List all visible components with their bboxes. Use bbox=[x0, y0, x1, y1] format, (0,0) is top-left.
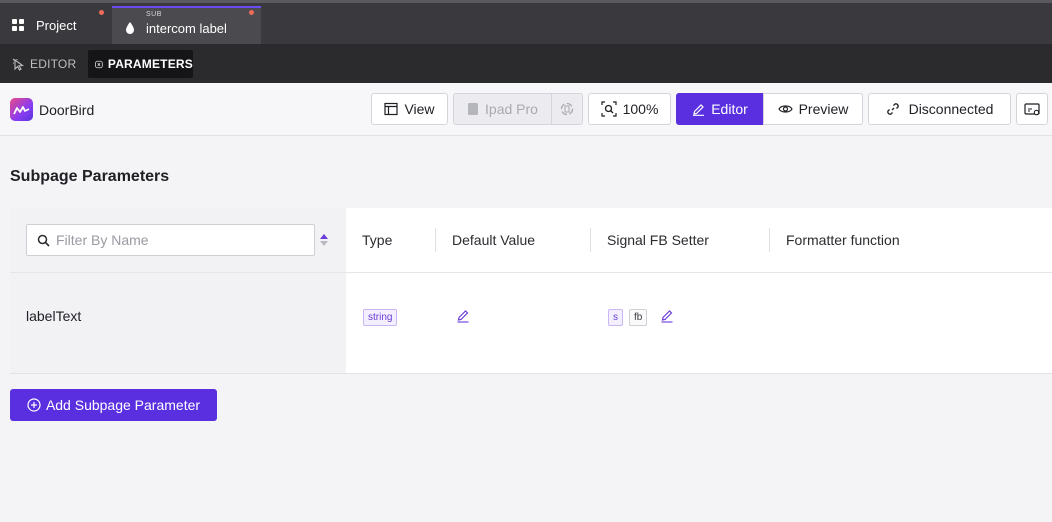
column-header-formatter-function: Formatter function bbox=[786, 232, 900, 248]
pencil-icon bbox=[693, 103, 705, 116]
zoom-button[interactable]: 100% bbox=[588, 93, 671, 125]
brand: DoorBird bbox=[10, 98, 94, 121]
column-separator bbox=[590, 228, 591, 252]
tab-bar: Project SUB intercom label bbox=[0, 0, 1052, 44]
add-subpage-parameter-button[interactable]: Add Subpage Parameter bbox=[10, 389, 217, 421]
mode-parameters-label: PARAMETERS bbox=[107, 57, 193, 71]
tab-project[interactable]: Project bbox=[0, 6, 110, 44]
column-separator bbox=[769, 228, 770, 252]
preview-button[interactable]: Preview bbox=[763, 93, 863, 125]
parameters-table: Type Default Value Signal FB Setter Form… bbox=[10, 208, 1052, 374]
mode-editor-label: EDITOR bbox=[30, 57, 77, 71]
monitor-settings-icon bbox=[1023, 102, 1040, 115]
section-title: Subpage Parameters bbox=[10, 168, 170, 185]
unsaved-dot bbox=[249, 10, 254, 15]
brand-name: DoorBird bbox=[39, 101, 95, 118]
search-icon bbox=[37, 234, 50, 247]
type-badge: string bbox=[363, 309, 398, 326]
connection-status: Disconnected bbox=[908, 101, 994, 117]
editor-button[interactable]: Editor bbox=[676, 93, 764, 125]
feedback-badge: fb bbox=[629, 309, 648, 326]
add-subpage-parameter-label: Add Subpage Parameter bbox=[45, 397, 201, 413]
toolbar: DoorBird View Ipad Pro 100% Editor Previ… bbox=[0, 83, 1052, 136]
zoom-level: 100% bbox=[622, 101, 659, 117]
header-divider bbox=[10, 272, 1052, 273]
drop-icon bbox=[126, 22, 134, 34]
mode-parameters-tab[interactable]: PARAMETERS bbox=[88, 50, 193, 78]
link-icon bbox=[886, 103, 899, 115]
unsaved-dot bbox=[99, 10, 104, 15]
rotate-icon bbox=[560, 102, 574, 116]
view-button[interactable]: View bbox=[371, 93, 448, 125]
zoom-icon bbox=[600, 101, 617, 117]
edit-signal-icon[interactable] bbox=[660, 309, 674, 323]
close-circle-icon bbox=[95, 60, 103, 68]
brand-logo bbox=[10, 98, 33, 121]
sort-icon[interactable] bbox=[319, 232, 329, 248]
parameter-name: labelText bbox=[26, 308, 82, 324]
editor-button-label: Editor bbox=[711, 101, 748, 117]
device-select-label: Ipad Pro bbox=[485, 101, 538, 117]
view-button-label: View bbox=[404, 101, 435, 117]
tablet-icon bbox=[468, 103, 479, 115]
mode-editor-tab[interactable]: EDITOR bbox=[10, 50, 78, 78]
preview-button-label: Preview bbox=[798, 101, 849, 117]
filter-input[interactable] bbox=[56, 232, 296, 248]
eye-icon bbox=[777, 105, 793, 113]
column-header-type: Type bbox=[362, 232, 393, 248]
column-header-signal-fb-setter: Signal FB Setter bbox=[607, 232, 709, 248]
tab-subpage-label: intercom label bbox=[146, 20, 227, 36]
column-separator bbox=[435, 228, 436, 252]
cursor-icon bbox=[12, 58, 25, 71]
plus-circle-icon bbox=[27, 398, 41, 412]
layout-icon bbox=[384, 102, 399, 116]
tab-subpage[interactable]: SUB intercom label bbox=[112, 6, 261, 44]
table-bottom-border bbox=[10, 373, 1052, 374]
connection-button[interactable]: Disconnected bbox=[868, 93, 1011, 125]
filter-field[interactable] bbox=[26, 224, 315, 256]
rotate-button[interactable] bbox=[551, 93, 583, 125]
device-select[interactable]: Ipad Pro bbox=[453, 93, 552, 125]
subpage-tag: SUB bbox=[146, 11, 162, 18]
grid-icon bbox=[12, 19, 24, 31]
screen-settings-button[interactable] bbox=[1016, 93, 1048, 125]
edit-default-value-icon[interactable] bbox=[456, 309, 470, 323]
tab-project-label: Project bbox=[36, 17, 77, 33]
signal-badge: s bbox=[608, 309, 623, 326]
mode-bar: EDITOR PARAMETERS bbox=[0, 44, 1052, 83]
column-header-default-value: Default Value bbox=[452, 232, 536, 248]
